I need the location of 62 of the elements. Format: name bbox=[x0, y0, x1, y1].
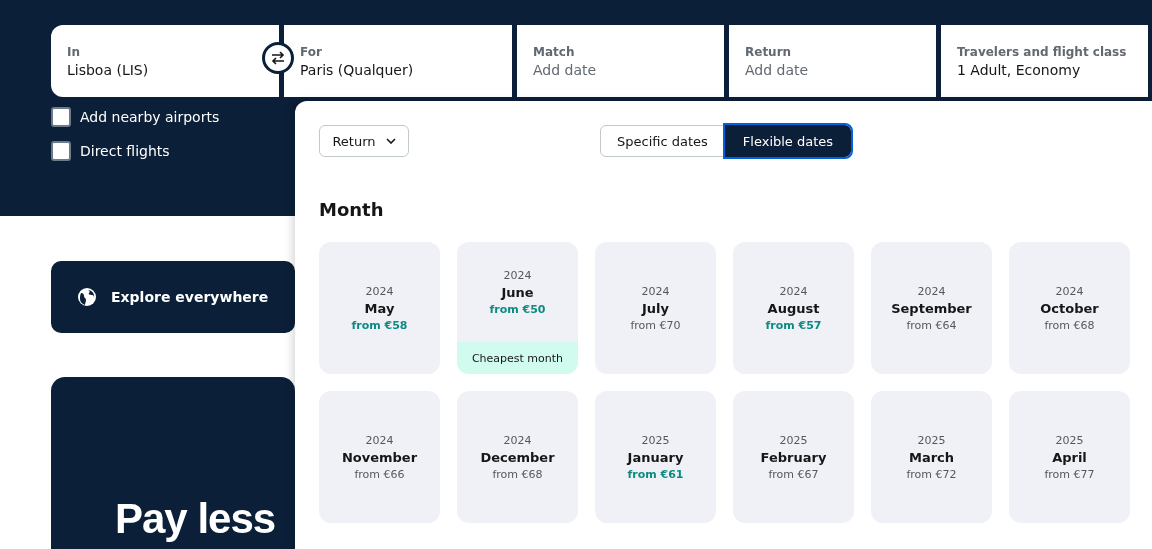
price-label: from €72 bbox=[906, 467, 957, 481]
month-card[interactable]: 2024 June from €50 Cheapest month bbox=[457, 242, 578, 374]
month-card[interactable]: 2025 March from €72 bbox=[871, 391, 992, 523]
banner-title: Pay less bbox=[115, 495, 277, 543]
month-card[interactable]: 2024 September from €64 bbox=[871, 242, 992, 374]
month-label: November bbox=[341, 449, 418, 465]
price-label: from €50 bbox=[489, 302, 546, 316]
search-field[interactable]: In Lisboa (LIS) bbox=[51, 25, 279, 97]
month-card[interactable]: 2025 February from €67 bbox=[733, 391, 854, 523]
price-label: from €70 bbox=[630, 318, 681, 332]
year-label: 2024 bbox=[503, 433, 532, 447]
month-card[interactable]: 2025 January from €61 bbox=[595, 391, 716, 523]
year-label: 2024 bbox=[641, 284, 670, 298]
month-label: January bbox=[627, 449, 684, 465]
checkbox-label: Add nearby airports bbox=[80, 109, 220, 125]
price-label: from €64 bbox=[906, 318, 957, 332]
month-card[interactable]: 2024 July from €70 bbox=[595, 242, 716, 374]
price-label: from €57 bbox=[765, 318, 822, 332]
year-label: 2025 bbox=[641, 433, 670, 447]
month-label: May bbox=[364, 300, 395, 316]
section-heading: Month bbox=[319, 199, 385, 220]
month-label: February bbox=[760, 449, 827, 465]
year-label: 2025 bbox=[1055, 433, 1084, 447]
year-label: 2024 bbox=[779, 284, 808, 298]
year-label: 2024 bbox=[917, 284, 946, 298]
price-label: from €67 bbox=[768, 467, 819, 481]
year-label: 2024 bbox=[365, 433, 394, 447]
month-label: September bbox=[891, 300, 972, 316]
month-card[interactable]: 2024 August from €57 bbox=[733, 242, 854, 374]
month-card[interactable]: 2024 December from €68 bbox=[457, 391, 578, 523]
year-label: 2024 bbox=[365, 284, 394, 298]
cheapest-badge: Cheapest month bbox=[457, 342, 578, 374]
search-field[interactable]: For Paris (Qualquer) bbox=[284, 25, 512, 97]
search-field[interactable]: Travelers and flight class 1 Adult, Economy bbox=[941, 25, 1148, 97]
price-label: from €66 bbox=[354, 467, 405, 481]
year-label: 2025 bbox=[779, 433, 808, 447]
checkbox-label: Direct flights bbox=[80, 143, 170, 159]
year-label: 2025 bbox=[917, 433, 946, 447]
explore-button[interactable]: Explore everywhere bbox=[51, 261, 295, 333]
price-label: from €68 bbox=[492, 467, 543, 481]
month-label: October bbox=[1040, 300, 1099, 316]
price-label: from €58 bbox=[351, 318, 408, 332]
year-label: 2024 bbox=[1055, 284, 1084, 298]
trip-type-dropdown[interactable]: Return bbox=[319, 125, 409, 157]
year-label: 2024 bbox=[503, 268, 532, 282]
search-field[interactable]: Match Add date bbox=[517, 25, 724, 97]
month-label: December bbox=[480, 449, 555, 465]
price-label: from €68 bbox=[1044, 318, 1095, 332]
month-label: July bbox=[642, 300, 669, 316]
month-card[interactable]: 2024 May from €58 bbox=[319, 242, 440, 374]
price-label: from €61 bbox=[627, 467, 684, 481]
month-label: June bbox=[501, 284, 534, 300]
search-field[interactable]: Return Add date bbox=[729, 25, 936, 97]
month-label: April bbox=[1052, 449, 1087, 465]
month-label: August bbox=[767, 300, 820, 316]
price-label: from €77 bbox=[1044, 467, 1095, 481]
date-mode-tab[interactable]: Flexible dates bbox=[724, 125, 852, 157]
date-mode-tab[interactable]: Specific dates bbox=[600, 125, 725, 157]
month-label: March bbox=[908, 449, 955, 465]
month-card[interactable]: 2024 November from €66 bbox=[319, 391, 440, 523]
month-card[interactable]: 2024 October from €68 bbox=[1009, 242, 1130, 374]
month-card[interactable]: 2025 April from €77 bbox=[1009, 391, 1130, 523]
